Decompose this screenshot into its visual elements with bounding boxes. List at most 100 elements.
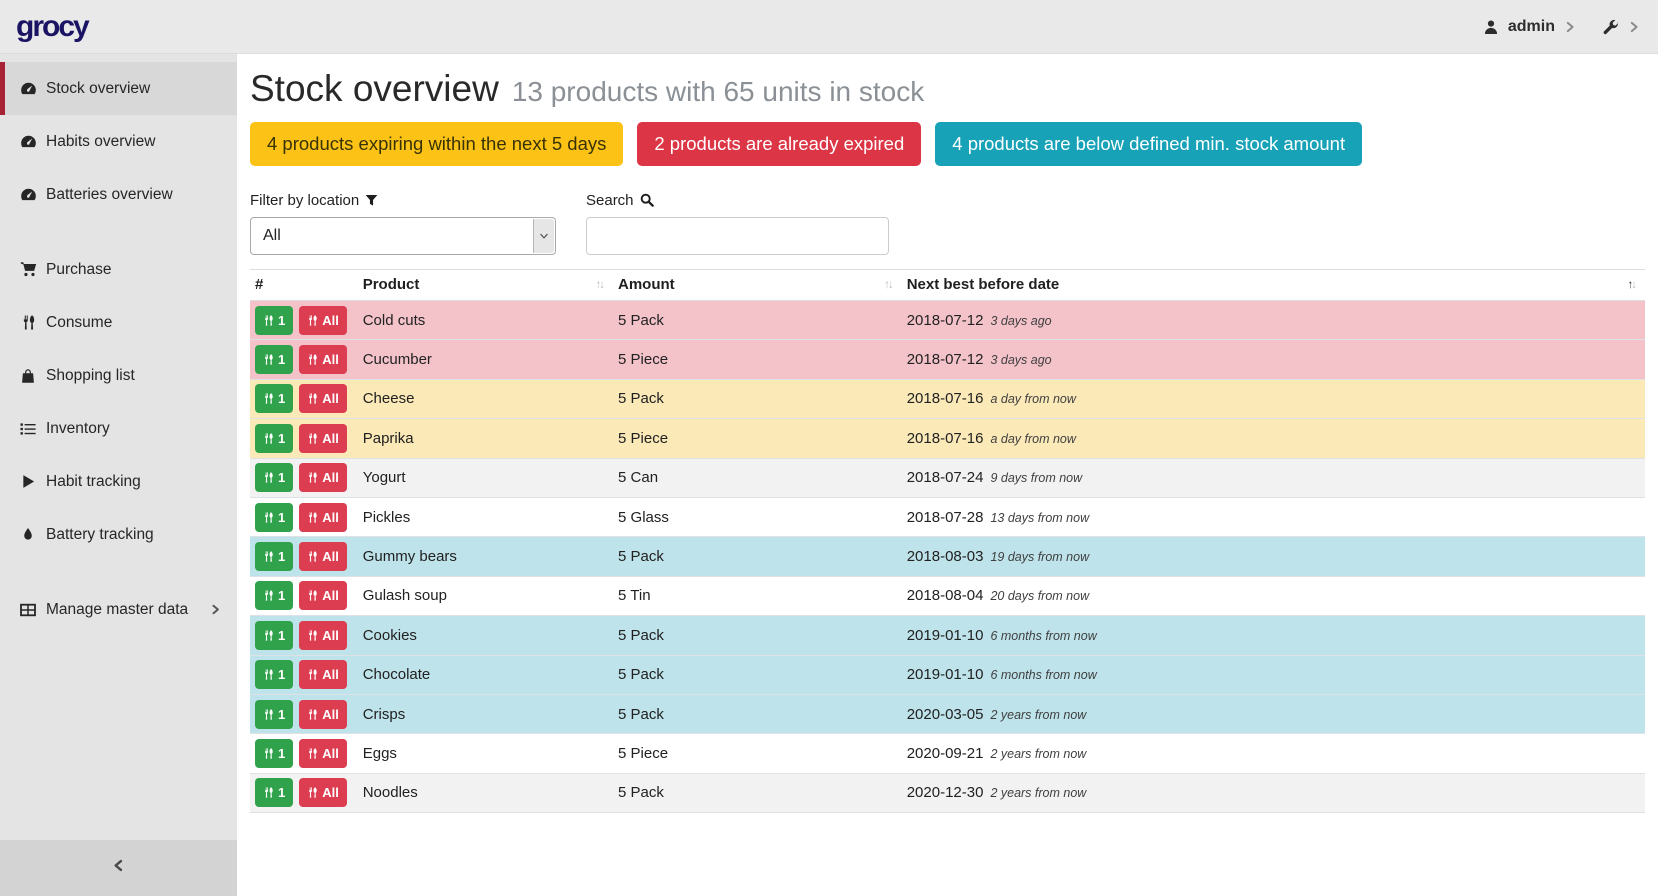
utensils-icon xyxy=(307,315,318,326)
consume-all-label: All xyxy=(322,470,339,485)
consume-one-button[interactable]: 1 xyxy=(255,660,293,689)
consume-all-button[interactable]: All xyxy=(299,345,347,374)
consume-one-button[interactable]: 1 xyxy=(255,306,293,335)
consume-all-label: All xyxy=(322,667,339,682)
column-header-best-before[interactable]: Next best before date ↑↓ xyxy=(902,270,1645,301)
sidebar-item-stock-overview[interactable]: Stock overview xyxy=(0,62,237,115)
sidebar-item-battery-tracking[interactable]: Battery tracking xyxy=(0,508,237,561)
filter-bar: Filter by location All Search xyxy=(250,190,1645,255)
top-navbar: grocy admin xyxy=(0,0,1658,54)
sidebar-item-habit-tracking[interactable]: Habit tracking xyxy=(0,455,237,508)
table-row: 1 All Noodles 5 Pack 2020-12-302 years f… xyxy=(250,773,1645,812)
search-input[interactable] xyxy=(586,217,889,255)
consume-one-button[interactable]: 1 xyxy=(255,384,293,413)
product-cell: Noodles xyxy=(358,773,613,812)
consume-one-label: 1 xyxy=(278,510,285,525)
utensils-icon xyxy=(263,315,274,326)
consume-all-button[interactable]: All xyxy=(299,463,347,492)
consume-one-button[interactable]: 1 xyxy=(255,778,293,807)
consume-one-button[interactable]: 1 xyxy=(255,700,293,729)
page-header: Stock overview 13 products with 65 units… xyxy=(250,68,1645,110)
sidebar-item-batteries-overview[interactable]: Batteries overview xyxy=(0,168,237,221)
consume-one-button[interactable]: 1 xyxy=(255,542,293,571)
sidebar-item-label: Shopping list xyxy=(46,367,135,385)
consume-all-button[interactable]: All xyxy=(299,581,347,610)
sidebar-item-inventory[interactable]: Inventory xyxy=(0,402,237,455)
utensils-icon xyxy=(307,551,318,562)
sidebar-item-label: Habit tracking xyxy=(46,473,141,491)
best-before-cell: 2018-07-123 days ago xyxy=(902,340,1645,379)
product-cell: Cheese xyxy=(358,379,613,418)
utensils-icon xyxy=(307,787,318,798)
consume-all-button[interactable]: All xyxy=(299,621,347,650)
column-header-amount[interactable]: Amount ↑↓ xyxy=(613,270,902,301)
column-header-product[interactable]: Product ↑↓ xyxy=(358,270,613,301)
consume-all-button[interactable]: All xyxy=(299,424,347,453)
consume-one-button[interactable]: 1 xyxy=(255,581,293,610)
utensils-icon xyxy=(307,748,318,759)
best-before-cell: 2018-07-16a day from now xyxy=(902,379,1645,418)
settings-menu[interactable] xyxy=(1602,18,1640,35)
location-filter-select[interactable]: All xyxy=(250,217,556,255)
consume-all-button[interactable]: All xyxy=(299,700,347,729)
consume-all-button[interactable]: All xyxy=(299,384,347,413)
table-row: 1 All Crisps 5 Pack 2020-03-052 years fr… xyxy=(250,694,1645,733)
sidebar-nav: Stock overview Habits overview Batteries… xyxy=(0,54,237,896)
filter-icon xyxy=(365,194,378,207)
amount-cell: 5 Piece xyxy=(613,419,902,458)
sidebar-item-purchase[interactable]: Purchase xyxy=(0,243,237,296)
amount-cell: 5 Tin xyxy=(613,576,902,615)
consume-one-button[interactable]: 1 xyxy=(255,621,293,650)
amount-cell: 5 Pack xyxy=(613,301,902,340)
expiring-products-badge[interactable]: 4 products expiring within the next 5 da… xyxy=(250,122,623,166)
consume-one-button[interactable]: 1 xyxy=(255,503,293,532)
consume-all-button[interactable]: All xyxy=(299,503,347,532)
best-before-cell: 2018-08-0420 days from now xyxy=(902,576,1645,615)
expired-products-badge[interactable]: 2 products are already expired xyxy=(637,122,921,166)
sidebar-item-habits-overview[interactable]: Habits overview xyxy=(0,115,237,168)
status-badges: 4 products expiring within the next 5 da… xyxy=(250,122,1645,166)
utensils-icon xyxy=(19,315,37,330)
consume-one-button[interactable]: 1 xyxy=(255,345,293,374)
consume-all-button[interactable]: All xyxy=(299,778,347,807)
utensils-icon xyxy=(263,787,274,798)
below-min-stock-badge[interactable]: 4 products are below defined min. stock … xyxy=(935,122,1362,166)
relative-time: 2 years from now xyxy=(990,786,1086,800)
consume-all-button[interactable]: All xyxy=(299,660,347,689)
relative-time: 9 days from now xyxy=(990,471,1082,485)
relative-time: 6 months from now xyxy=(990,629,1096,643)
main-content: Stock overview 13 products with 65 units… xyxy=(237,54,1658,896)
sidebar-item-shopping-list[interactable]: Shopping list xyxy=(0,349,237,402)
consume-all-button[interactable]: All xyxy=(299,739,347,768)
best-before-cell: 2020-12-302 years from now xyxy=(902,773,1645,812)
utensils-icon xyxy=(307,393,318,404)
relative-time: 20 days from now xyxy=(990,589,1089,603)
consume-all-button[interactable]: All xyxy=(299,542,347,571)
consume-one-button[interactable]: 1 xyxy=(255,424,293,453)
amount-cell: 5 Pack xyxy=(613,537,902,576)
consume-all-label: All xyxy=(322,391,339,406)
sidebar-item-consume[interactable]: Consume xyxy=(0,296,237,349)
chevron-right-icon xyxy=(1564,21,1576,33)
user-icon xyxy=(1483,19,1499,35)
consume-all-button[interactable]: All xyxy=(299,306,347,335)
product-cell: Paprika xyxy=(358,419,613,458)
consume-all-label: All xyxy=(322,588,339,603)
best-before-cell: 2020-03-052 years from now xyxy=(902,694,1645,733)
user-menu[interactable]: admin xyxy=(1483,18,1576,36)
sidebar-item-manage-master-data[interactable]: Manage master data xyxy=(0,583,237,636)
consume-one-label: 1 xyxy=(278,470,285,485)
consume-one-button[interactable]: 1 xyxy=(255,739,293,768)
table-row: 1 All Cold cuts 5 Pack 2018-07-123 days … xyxy=(250,301,1645,340)
tachometer-icon xyxy=(19,186,37,203)
relative-time: 19 days from now xyxy=(990,550,1089,564)
product-cell: Chocolate xyxy=(358,655,613,694)
product-cell: Cold cuts xyxy=(358,301,613,340)
consume-one-button[interactable]: 1 xyxy=(255,463,293,492)
utensils-icon xyxy=(307,590,318,601)
product-cell: Cookies xyxy=(358,616,613,655)
best-before-cell: 2018-08-0319 days from now xyxy=(902,537,1645,576)
amount-cell: 5 Pack xyxy=(613,655,902,694)
table-row: 1 All Yogurt 5 Can 2018-07-249 days from… xyxy=(250,458,1645,497)
sidebar-collapse-button[interactable] xyxy=(0,840,237,896)
